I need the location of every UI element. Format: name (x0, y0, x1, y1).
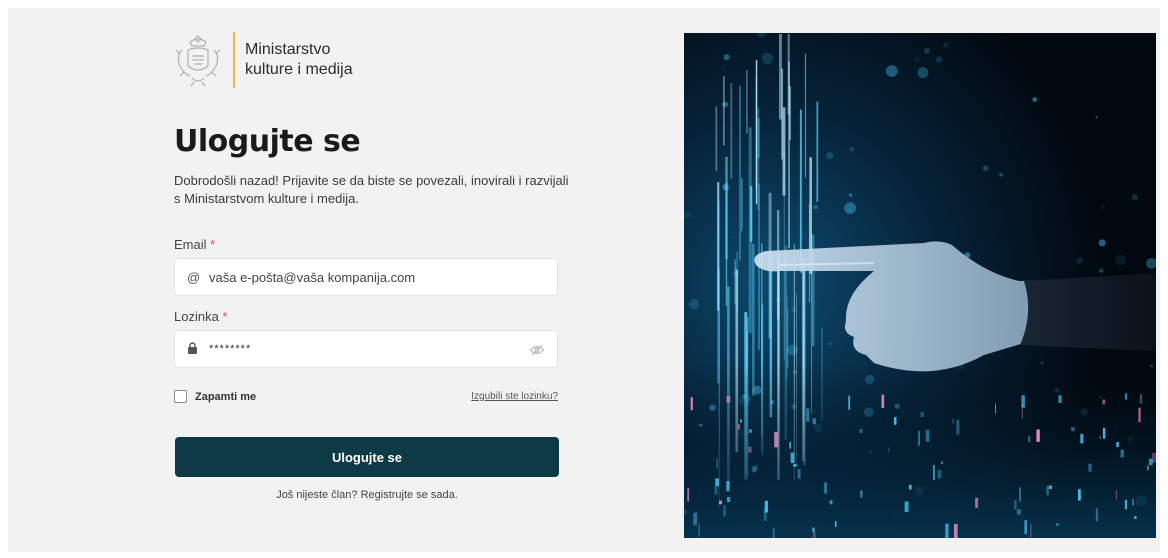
email-label: Email * (174, 237, 215, 252)
password-label-text: Lozinka (174, 309, 219, 324)
coat-of-arms-icon (175, 35, 221, 87)
at-sign-icon: @ (187, 269, 201, 285)
page-title: Ulogujte se (174, 124, 361, 159)
logo-divider (233, 32, 235, 88)
password-field[interactable] (174, 330, 558, 368)
ministry-logo: Ministarstvo kulture i medija (174, 32, 353, 88)
remember-checkbox[interactable] (174, 390, 187, 403)
forgot-password-link[interactable]: Izgubili ste lozinku? (471, 391, 558, 402)
password-label: Lozinka * (174, 309, 228, 324)
email-field[interactable]: @ (174, 258, 558, 296)
remember-me[interactable]: Zapamti me (174, 390, 256, 403)
logo-line-2: kulture i medija (245, 61, 353, 78)
hero-image (684, 33, 1156, 538)
logo-text: Ministarstvo kulture i medija (245, 40, 353, 80)
required-mark: * (210, 237, 216, 252)
email-label-text: Email (174, 237, 207, 252)
page-subtitle: Dobrodošli nazad! Prijavite se da biste … (174, 173, 569, 206)
password-input[interactable] (209, 343, 557, 355)
logo-line-1: Ministarstvo (245, 41, 331, 58)
required-mark: * (222, 309, 228, 324)
eye-off-icon[interactable] (529, 342, 545, 358)
remember-label: Zapamti me (195, 390, 257, 403)
register-prompt[interactable]: Još nijeste član? Registrujte se sada. (175, 489, 559, 501)
lock-icon (187, 341, 207, 357)
digital-hand-illustration (684, 33, 1156, 538)
login-button[interactable]: Ulogujte se (175, 437, 559, 477)
email-input[interactable] (209, 269, 557, 285)
